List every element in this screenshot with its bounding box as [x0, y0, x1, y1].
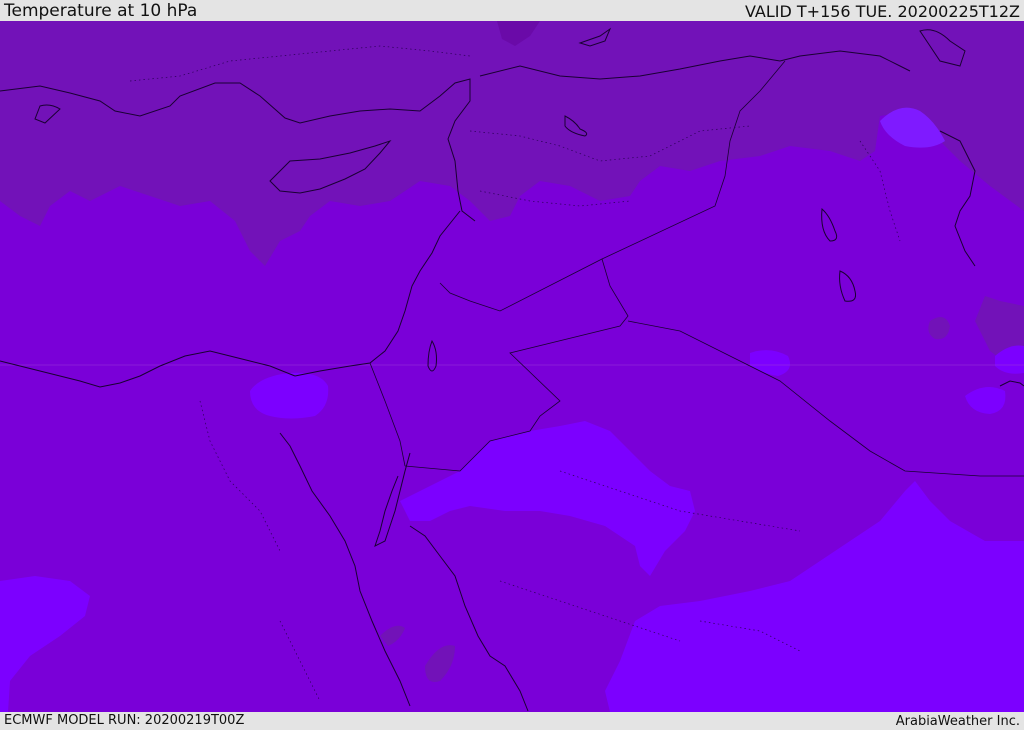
valid-time: VALID T+156 TUE. 20200225T12Z [744, 2, 1020, 21]
model-run-label: ECMWF MODEL RUN: 20200219T00Z [4, 713, 245, 728]
weather-map [0, 21, 1024, 712]
map-title: Temperature at 10 hPa [4, 1, 198, 21]
header-bar: Temperature at 10 hPa VALID T+156 TUE. 2… [0, 0, 1024, 21]
footer-bar: ECMWF MODEL RUN: 20200219T00Z ArabiaWeat… [0, 712, 1024, 729]
credit-label: ArabiaWeather Inc. [895, 714, 1020, 729]
